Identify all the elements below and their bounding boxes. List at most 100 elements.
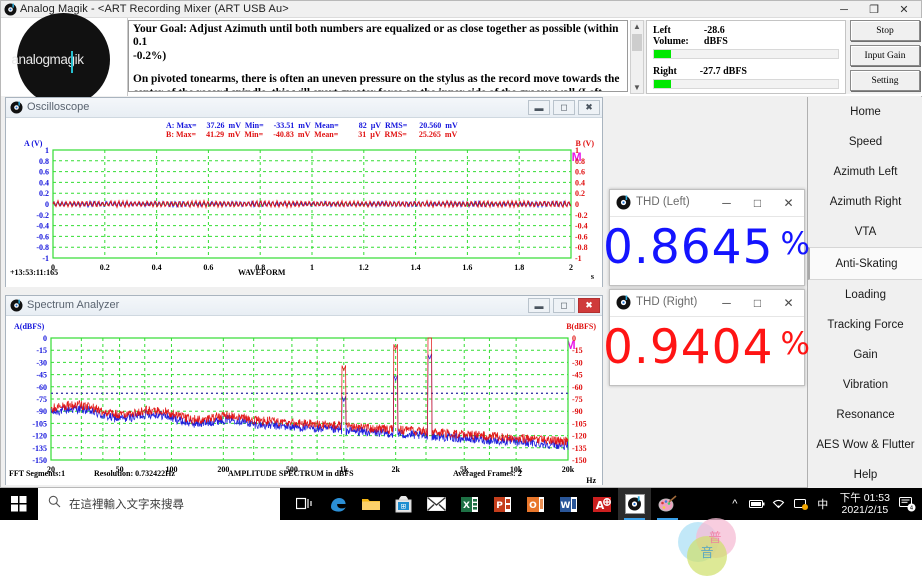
spectrum-x-unit: Hz — [586, 476, 596, 485]
window-controls: ─ ❐ ✕ — [829, 1, 919, 18]
menu-item-aes-wow-flutter[interactable]: AES Wow & Flutter — [808, 430, 922, 460]
svg-text:0.8: 0.8 — [575, 157, 585, 166]
svg-text:-105: -105 — [32, 419, 47, 428]
svg-text:1.2: 1.2 — [359, 263, 369, 272]
volume-meters: Left Volume: -28.6 dBFS Right -27.7 dBFS — [646, 20, 846, 94]
anydesk-icon[interactable]: A — [585, 488, 618, 520]
setting-button[interactable]: Setting — [850, 70, 920, 91]
thd-right-minimize-icon[interactable]: ─ — [711, 290, 742, 316]
menu-item-gain[interactable]: Gain — [808, 340, 922, 370]
wifi-icon[interactable] — [768, 488, 790, 520]
ime-indicator[interactable]: 中 — [812, 488, 834, 520]
battery-icon[interactable] — [746, 488, 768, 520]
svg-text:音: 音 — [700, 545, 713, 561]
svg-text:-0.6: -0.6 — [575, 232, 588, 241]
close-icon[interactable]: ✕ — [889, 1, 919, 18]
start-button-icon[interactable] — [0, 488, 38, 520]
excel-icon[interactable]: X — [453, 488, 486, 520]
taskbar-clock[interactable]: 下午 01:53 2021/2/15 — [834, 492, 896, 516]
spectrum-titlebar: Spectrum Analyzer ▬ ◻ ✖ — [6, 296, 602, 316]
svg-text:-90: -90 — [36, 407, 47, 416]
svg-text:1: 1 — [310, 263, 314, 272]
menu-item-azimuth-right[interactable]: Azimuth Right — [808, 187, 922, 217]
svg-text:0.8: 0.8 — [39, 157, 49, 166]
svg-text:-0.2: -0.2 — [575, 211, 588, 220]
scroll-up-icon[interactable]: ▲ — [631, 21, 643, 32]
thd-right-reading: 0.9404 % — [603, 317, 810, 377]
thd-left-window-controls: ─ □ ✕ — [711, 190, 804, 216]
task-view-icon[interactable] — [288, 488, 321, 520]
spectrum-close-icon[interactable]: ✖ — [578, 298, 600, 313]
file-explorer-icon[interactable] — [354, 488, 387, 520]
spectrum-minimize-icon[interactable]: ▬ — [528, 298, 550, 313]
scroll-down-icon[interactable]: ▼ — [631, 82, 643, 93]
thd-right-window: THD (Right) ─ □ ✕ 0.9404 % — [603, 289, 810, 386]
spectrum-fft-segments: FFT Segments:1 — [9, 469, 66, 478]
menu-item-azimuth-left[interactable]: Azimuth Left — [808, 157, 922, 187]
svg-text:0.4: 0.4 — [39, 178, 49, 187]
onenote-icon[interactable]: O — [519, 488, 552, 520]
svg-text:-120: -120 — [572, 432, 587, 441]
menu-item-home[interactable]: Home — [808, 97, 922, 127]
menu-item-anti-skating[interactable]: Anti-Skating — [808, 247, 922, 280]
analog-magik-taskbar-icon[interactable] — [618, 488, 651, 520]
maximize-icon[interactable]: ❐ — [859, 1, 889, 18]
input-gain-button[interactable]: Input Gain — [850, 45, 920, 66]
thd-left-minimize-icon[interactable]: ─ — [711, 190, 742, 216]
menu-item-speed[interactable]: Speed — [808, 127, 922, 157]
minimize-icon[interactable]: ─ — [829, 1, 859, 18]
svg-text:-30: -30 — [572, 358, 583, 367]
spectrum-canvas: 0 0 -15 -15 -30 -30 -45 -45 -60 -60 -75 -75 -90 -90 -1… — [32, 334, 587, 474]
instruction-scrollbar[interactable]: ▲ ▼ — [630, 20, 644, 94]
menu-item-resonance[interactable]: Resonance — [808, 400, 922, 430]
thd-left-close-icon[interactable]: ✕ — [773, 190, 804, 216]
svg-text:-105: -105 — [572, 419, 587, 428]
thd-right-maximize-icon[interactable]: □ — [742, 290, 773, 316]
taskbar-search[interactable]: 在這裡輸入文字來搜尋 — [38, 488, 280, 520]
spectrum-maximize-icon[interactable]: ◻ — [553, 298, 575, 313]
svg-text:0.6: 0.6 — [575, 168, 585, 177]
svg-text:-60: -60 — [572, 383, 583, 392]
word-icon[interactable]: W — [552, 488, 585, 520]
thd-right-close-icon[interactable]: ✕ — [773, 290, 804, 316]
oscilloscope-close-icon[interactable]: ✖ — [578, 100, 600, 115]
thd-right-window-controls: ─ □ ✕ — [711, 290, 804, 316]
thd-right-unit: % — [780, 326, 811, 362]
oscilloscope-titlebar: Oscilloscope ▬ ◻ ✖ — [6, 98, 602, 118]
scrollbar-thumb[interactable] — [632, 34, 642, 51]
meter-panel: ▲ ▼ Left Volume: -28.6 dBFS Right -27.7 … — [630, 20, 921, 94]
network-notification-icon[interactable] — [790, 488, 812, 520]
oscilloscope-maximize-icon[interactable]: ◻ — [553, 100, 575, 115]
desktop-area: 普 音 — [0, 518, 922, 576]
logo-accent-bar — [71, 51, 73, 73]
screen: Analog Magik - <ART Recording Mixer (ART… — [0, 0, 922, 576]
left-volume-label: Left Volume: — [653, 25, 689, 47]
logo-text: analogmagik — [11, 52, 84, 67]
svg-text:0: 0 — [575, 200, 579, 209]
oscilloscope-minimize-icon[interactable]: ▬ — [528, 100, 550, 115]
watermark-logo: 普 音 — [672, 516, 742, 578]
mail-icon[interactable] — [420, 488, 453, 520]
action-center-icon[interactable]: 4 — [896, 488, 918, 520]
clock-date: 2021/2/15 — [841, 504, 889, 516]
svg-text:-1: -1 — [575, 254, 582, 263]
thd-right-title: THD (Right) — [636, 296, 698, 308]
menu-item-vibration[interactable]: Vibration — [808, 370, 922, 400]
right-volume-bar — [653, 79, 839, 89]
powerpoint-icon[interactable]: P — [486, 488, 519, 520]
menu-item-loading[interactable]: Loading — [808, 280, 922, 310]
thd-left-app-icon — [616, 195, 631, 210]
menu-item-help[interactable]: Help — [808, 460, 922, 490]
microsoft-store-icon[interactable]: ⊞ — [387, 488, 420, 520]
navigation-menu: Home Speed Azimuth Left Azimuth Right VT… — [807, 97, 922, 489]
control-buttons: Stop Input Gain Setting — [850, 20, 920, 94]
stop-button[interactable]: Stop — [850, 20, 920, 41]
edge-browser-icon[interactable] — [321, 488, 354, 520]
menu-item-vta[interactable]: VTA — [808, 217, 922, 247]
thd-right-titlebar: THD (Right) ─ □ ✕ — [610, 290, 804, 317]
thd-left-maximize-icon[interactable]: □ — [742, 190, 773, 216]
menu-item-tracking-force[interactable]: Tracking Force — [808, 310, 922, 340]
thd-left-value: 0.8645 — [603, 219, 774, 275]
svg-text:-150: -150 — [32, 456, 47, 465]
left-volume-fill — [654, 50, 671, 58]
